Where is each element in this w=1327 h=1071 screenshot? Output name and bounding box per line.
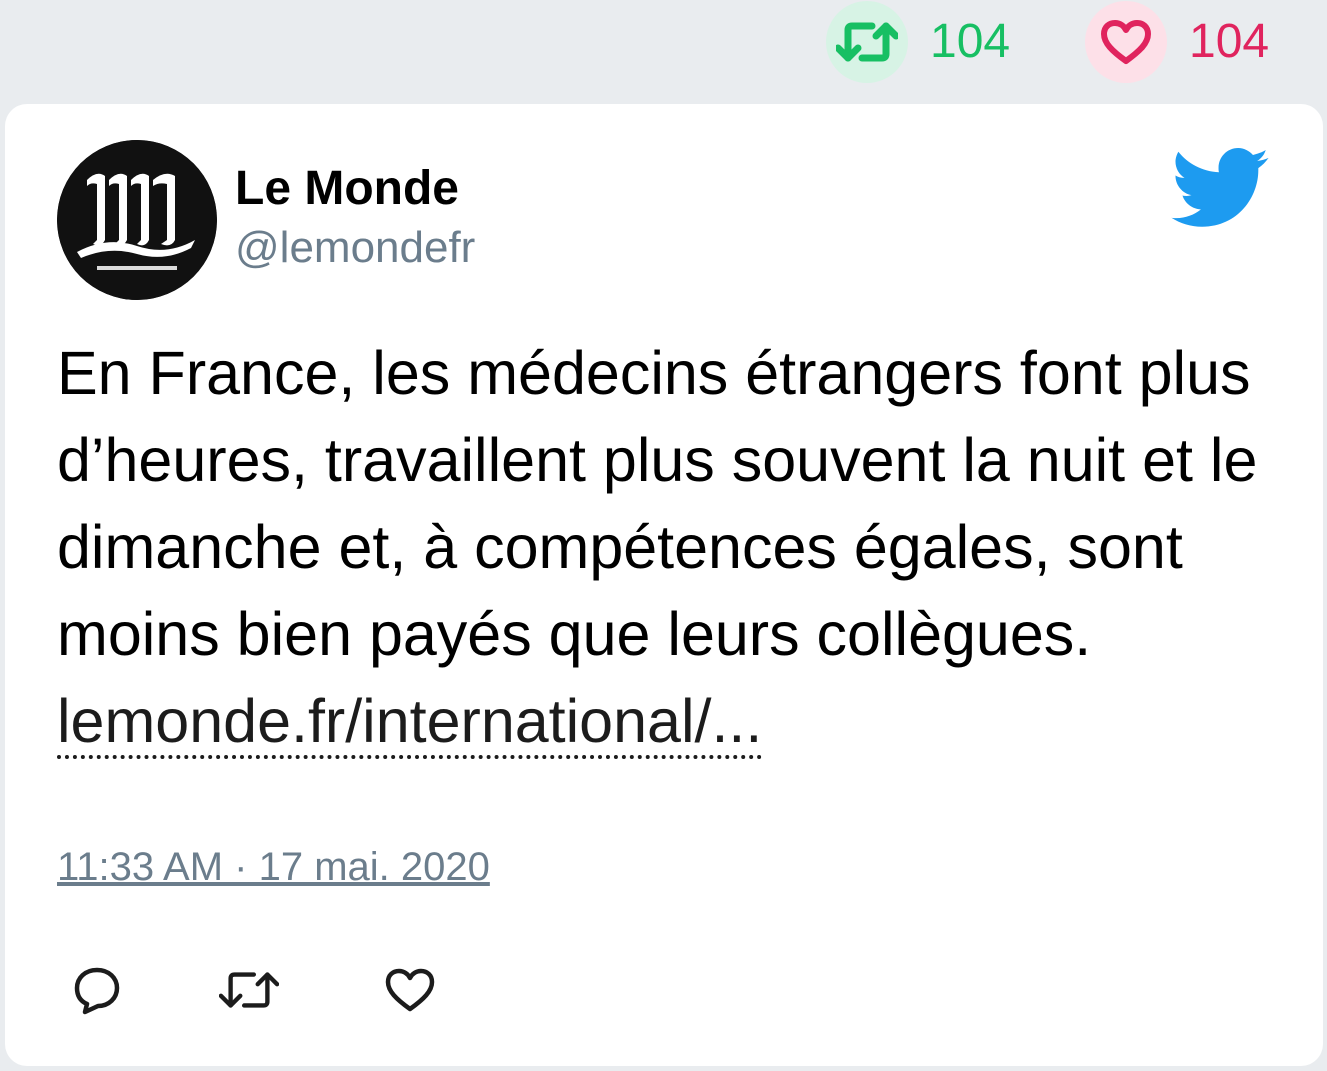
reply-icon[interactable] [67, 960, 127, 1020]
author-name[interactable]: Le Monde [235, 160, 459, 218]
retweet-action-icon[interactable] [219, 960, 279, 1020]
retweet-count: 104 [930, 15, 1011, 68]
like-action-icon[interactable] [380, 960, 440, 1020]
retweet-stat[interactable]: 104 [826, 0, 1010, 84]
avatar[interactable] [57, 140, 217, 300]
twitter-bird-icon[interactable] [1171, 148, 1271, 235]
le-monde-logo [57, 140, 217, 300]
tweet-timestamp[interactable]: 11:33 AM · 17 mai. 2020 [57, 845, 490, 890]
tweet-text: En France, les médecins étrangers font p… [57, 330, 1297, 765]
like-stat[interactable]: 104 [1085, 0, 1269, 84]
retweet-icon[interactable] [826, 1, 908, 83]
tweet-link[interactable]: lemonde.fr/international/... [57, 687, 763, 759]
tweet-body: En France, les médecins étrangers font p… [57, 339, 1258, 668]
author-handle[interactable]: @lemondefr [235, 222, 475, 275]
like-count: 104 [1189, 15, 1270, 68]
heart-icon[interactable] [1085, 1, 1167, 83]
tweet-card: Le Monde @lemondefr En France, les médec… [5, 104, 1323, 1066]
engagement-stats: 104 104 [0, 0, 1327, 100]
